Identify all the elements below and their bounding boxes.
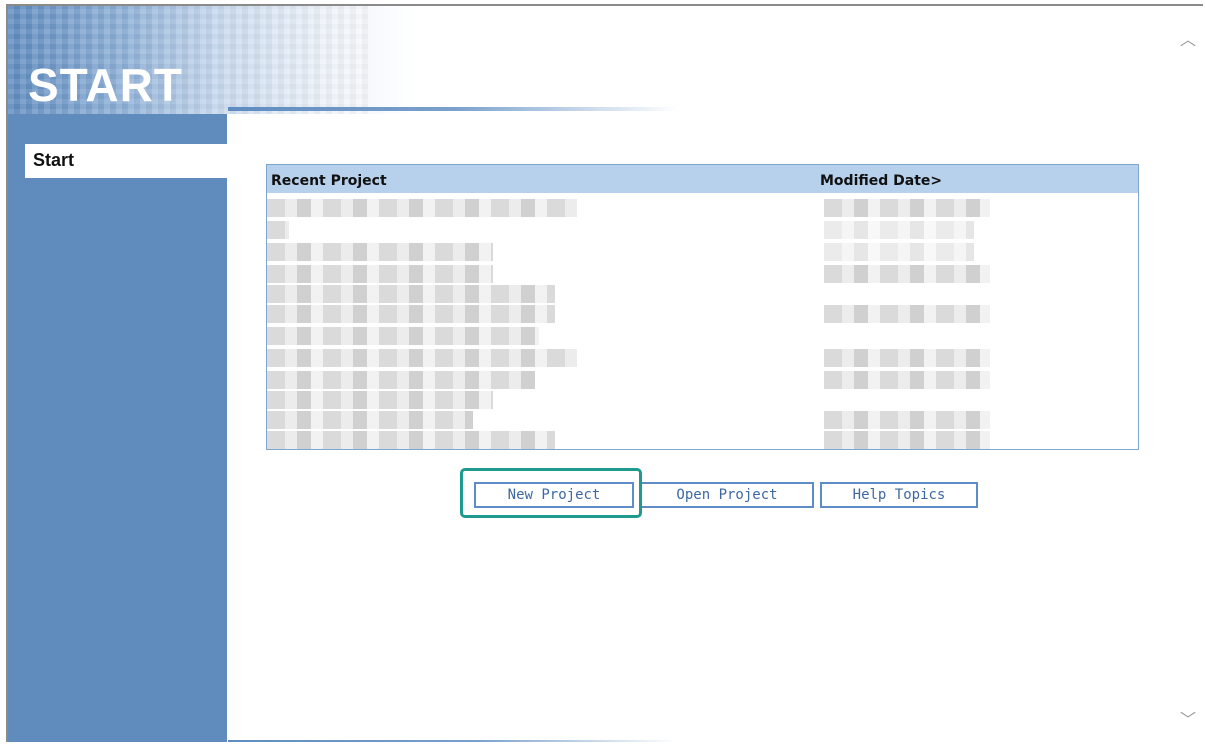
redacted-modified-date: [824, 305, 990, 323]
table-row[interactable]: [267, 219, 1138, 239]
redacted-project-name: [267, 391, 493, 409]
redacted-project-name: [267, 327, 539, 345]
start-page-window: START Start ︿ ﹀ Recent Project Modified …: [6, 4, 1203, 742]
table-row[interactable]: [267, 325, 1138, 345]
redacted-project-name: [267, 371, 535, 389]
redacted-project-name: [267, 411, 473, 429]
column-header-modified-date[interactable]: Modified Date>: [820, 173, 942, 189]
redacted-project-name: [267, 431, 555, 449]
table-row[interactable]: [267, 241, 1138, 261]
column-header-recent-project[interactable]: Recent Project: [271, 173, 387, 189]
open-project-button[interactable]: Open Project: [640, 482, 814, 508]
table-row[interactable]: [267, 303, 1138, 323]
redacted-modified-date: [824, 221, 974, 239]
redacted-modified-date: [824, 243, 974, 261]
redacted-modified-date: [824, 411, 990, 429]
table-row[interactable]: [267, 263, 1138, 283]
footer-divider: [228, 740, 678, 742]
table-row[interactable]: [267, 409, 1138, 429]
redacted-project-name: [267, 199, 577, 217]
redacted-project-name: [267, 305, 555, 323]
page-title: START: [28, 59, 183, 111]
redacted-project-name: [267, 221, 289, 239]
table-row[interactable]: [267, 283, 1138, 303]
table-header: Recent Project Modified Date>: [267, 165, 1138, 193]
help-topics-button[interactable]: Help Topics: [820, 482, 978, 508]
redacted-project-name: [267, 349, 577, 367]
sidebar: Start: [8, 114, 227, 742]
table-row[interactable]: [267, 429, 1138, 449]
redacted-modified-date: [824, 349, 990, 367]
header-divider: [228, 107, 678, 111]
table-row[interactable]: [267, 369, 1138, 389]
table-row[interactable]: [267, 389, 1138, 409]
table-row[interactable]: [267, 347, 1138, 367]
redacted-modified-date: [824, 371, 990, 389]
new-project-button[interactable]: New Project: [474, 482, 634, 508]
redacted-project-name: [267, 243, 493, 261]
redacted-modified-date: [824, 199, 990, 217]
redacted-modified-date: [824, 265, 990, 283]
table-row[interactable]: [267, 197, 1138, 217]
chevron-up-icon[interactable]: ︿: [1178, 26, 1198, 49]
redacted-project-name: [267, 265, 493, 283]
redacted-modified-date: [824, 431, 990, 449]
chevron-down-icon[interactable]: ﹀: [1178, 706, 1198, 729]
redacted-project-name: [267, 285, 555, 303]
sidebar-item-start[interactable]: Start: [25, 144, 227, 178]
recent-projects-table: Recent Project Modified Date>: [266, 164, 1139, 450]
